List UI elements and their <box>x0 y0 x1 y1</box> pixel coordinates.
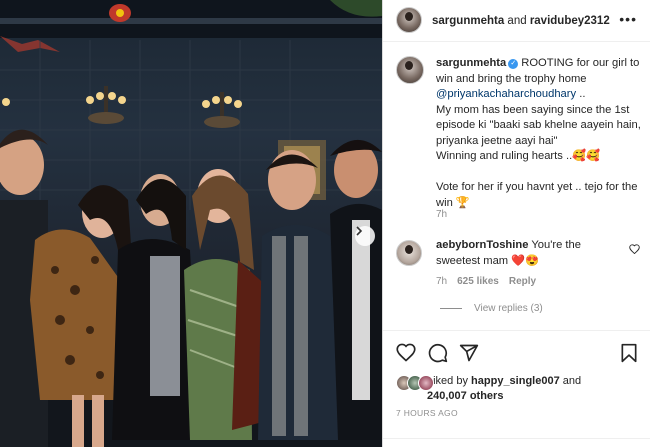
view-replies-button[interactable]: View replies (3) <box>440 303 543 314</box>
replies-divider <box>440 308 462 309</box>
more-horizontal-icon[interactable]: ••• <box>619 12 637 26</box>
bookmark-icon[interactable] <box>619 343 639 363</box>
caption-line-4: Winning and ruling hearts ..🥰🥰 <box>436 150 601 162</box>
comment-timestamp: 7h <box>436 276 448 287</box>
post-authors: sargunmehta and ravidubey2312 <box>432 15 610 27</box>
liker-avatars <box>396 375 434 391</box>
collaborator-username[interactable]: ravidubey2312 <box>530 15 610 27</box>
author-username[interactable]: sargunmehta <box>432 15 504 27</box>
likes-joiner: and <box>562 375 582 387</box>
caption-text: sargunmehta ✓ ROOTING for our girl to win … <box>436 56 641 211</box>
comment-like-heart-icon[interactable] <box>629 244 640 257</box>
post-header: sargunmehta and ravidubey2312 ••• <box>383 0 650 42</box>
view-replies-label: View replies (3) <box>474 303 543 314</box>
comment-reply-button[interactable]: Reply <box>509 276 536 287</box>
comment-icon[interactable] <box>428 343 448 363</box>
comment-likes[interactable]: 625 likes <box>457 276 499 287</box>
heart-icon[interactable] <box>396 343 416 363</box>
post-timestamp: 7 HOURS AGO <box>396 408 458 418</box>
authors-joiner: and <box>507 14 527 27</box>
comment-item: aebybornToshine You're the sweetest mam … <box>396 238 646 269</box>
post-photo[interactable] <box>0 0 382 447</box>
commenter-username[interactable]: aebybornToshine <box>436 239 528 251</box>
caption-author[interactable]: sargunmehta <box>436 57 506 69</box>
party-photo-illustration <box>0 0 382 447</box>
likes-summary: Liked by happy_single007 and 240,007 oth… <box>396 374 641 404</box>
post-actions-bar <box>383 330 650 375</box>
comment-meta: 7h 625 likes Reply <box>436 276 536 287</box>
liker-username[interactable]: happy_single007 <box>471 375 560 387</box>
author-avatar[interactable] <box>396 6 422 33</box>
caption-mention[interactable]: @priyankachaharchoudhary <box>436 88 576 100</box>
caption-line-5: Vote for her if you havnt yet .. tejo fo… <box>436 181 638 209</box>
share-icon[interactable] <box>459 343 479 363</box>
caption-line-3: My mom has been saying since the 1st epi… <box>436 103 641 147</box>
comment-text: aebybornToshine You're the sweetest mam … <box>436 238 621 269</box>
caption-author-avatar[interactable] <box>396 56 424 84</box>
post-side-panel: sargunmehta and ravidubey2312 ••• sargun… <box>382 0 650 447</box>
chevron-right-icon <box>356 226 363 236</box>
carousel-next-button[interactable] <box>355 226 375 246</box>
likes-count[interactable]: 240,007 others <box>427 390 503 402</box>
commenter-avatar[interactable] <box>396 240 422 266</box>
caption-text-2: .. <box>579 88 586 100</box>
caption-timestamp: 7h <box>436 209 448 220</box>
verified-badge-icon: ✓ <box>508 59 519 69</box>
post-caption: sargunmehta ✓ ROOTING for our girl to win … <box>396 56 641 211</box>
